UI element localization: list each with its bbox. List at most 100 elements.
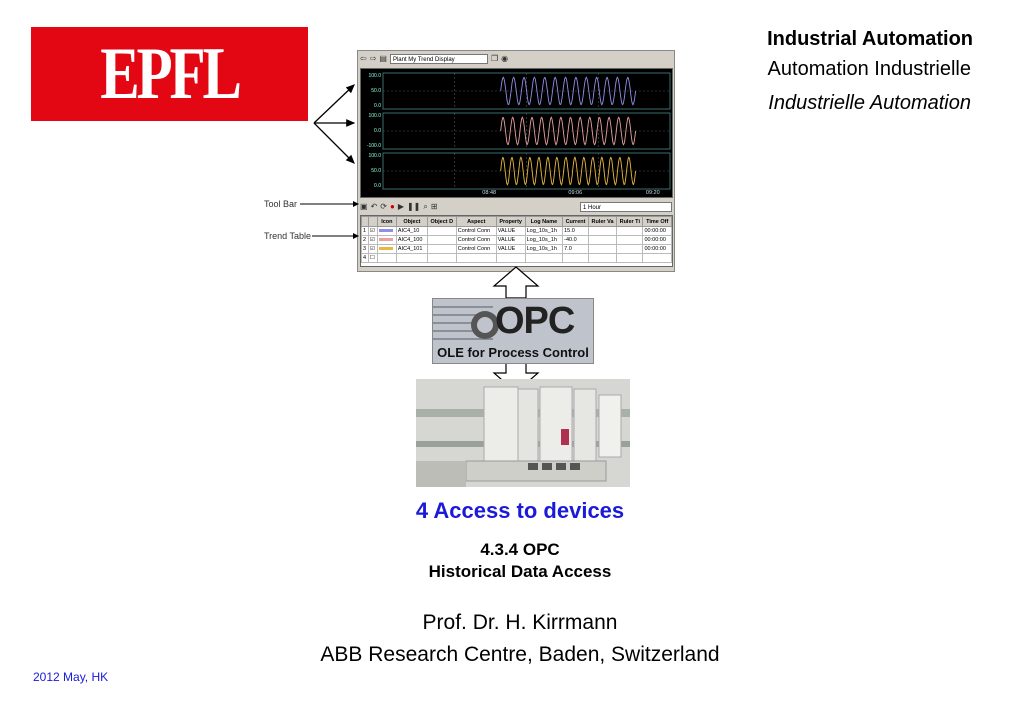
window-top-toolbar: ⇦ ⇨ ▤ Plant My Trend Display ❐ ◉ (360, 52, 672, 66)
epfl-logo: EPFL (31, 27, 308, 121)
table-cell: 1 (361, 226, 369, 236)
table-cell (562, 253, 589, 263)
display-select[interactable]: Plant My Trend Display (389, 54, 488, 64)
series-color-icon (376, 244, 397, 254)
epfl-logo-text: EPFL (100, 32, 242, 115)
copy-icon[interactable]: ❐ (491, 55, 498, 63)
time-tick-label: 09:20 (646, 190, 660, 196)
table-cell: 15.0 (562, 226, 589, 236)
opc-wordmark: OPC (495, 300, 575, 342)
trend-table-annotation-arrow (312, 233, 359, 239)
trend-table-annotation: Trend Table (264, 231, 312, 241)
table-cell: Control Conn (455, 235, 497, 245)
section-number: 4.3.4 OPC (480, 540, 560, 559)
table-cell (616, 235, 644, 245)
table-cell: Log_10s_1h (524, 226, 564, 236)
opc-logo: OPC OLE for Process Control (432, 298, 594, 364)
time-range-select[interactable]: 1 Hour (580, 202, 672, 212)
table-cell (426, 235, 457, 245)
pointer-arrows (313, 84, 356, 164)
series-color-icon (376, 235, 397, 245)
table-cell[interactable]: ☑ (367, 226, 378, 236)
table-cell (587, 235, 618, 245)
course-title-german: Industrielle Automation (768, 92, 971, 114)
table-cell[interactable]: ☑ (367, 235, 378, 245)
table-header-cell[interactable]: Log Name (524, 216, 564, 227)
trend-table-body: 1 ☑ AIC4_10 Control Conn VALUE Log_10s_1h 15.0… (361, 226, 672, 263)
opc-subtitle: OLE for Process Control (437, 345, 589, 360)
table-cell: Log_10s_1h (524, 235, 564, 245)
table-row[interactable]: 4 ☐ (361, 253, 672, 263)
table-cell (642, 253, 672, 263)
table-header-cell[interactable]: Ruler Ti (616, 216, 644, 227)
table-row[interactable]: 3 ☑ AIC4_101 Control Conn VALUE Log_10s_1h 7.0… (361, 244, 672, 254)
table-cell[interactable]: ☑ (367, 244, 378, 254)
controller-hardware-image (416, 379, 630, 487)
table-cell (616, 244, 644, 254)
slide-date: 2012 May, HK (33, 670, 109, 684)
time-tick-label: 08:48 (482, 190, 496, 196)
table-cell[interactable]: ☐ (367, 253, 378, 263)
table-cell: VALUE (495, 226, 526, 236)
refresh-icon[interactable]: ⟳ (380, 203, 387, 211)
save-icon[interactable]: ▣ (360, 203, 368, 211)
table-cell: -40.0 (562, 235, 589, 245)
table-cell: VALUE (495, 235, 526, 245)
y-tick-label: 100.0 (368, 73, 381, 79)
y-tick-label: 100.0 (368, 153, 381, 159)
zoom-icon[interactable]: ⌕ (423, 203, 427, 211)
stop-icon[interactable]: ● (390, 203, 395, 211)
trend-toolbar: ▣ ↶ ⟳ ● ▶ ❚❚ ⌕ ⊞ 1 Hour (360, 200, 672, 214)
section-subtitle: 4.3.4 OPC Historical Data Access (0, 539, 1023, 583)
ruler-icon[interactable]: ⊞ (431, 203, 438, 211)
pause-icon[interactable]: ❚❚ (407, 203, 420, 211)
table-header-cell[interactable]: Time Off (642, 216, 672, 227)
table-row[interactable]: 1 ☑ AIC4_10 Control Conn VALUE Log_10s_1h 15.0… (361, 226, 672, 236)
table-header-cell[interactable]: Current (562, 216, 589, 227)
table-header-cell[interactable]: Object D (426, 216, 457, 227)
back-icon[interactable]: ⇦ (360, 55, 367, 63)
table-cell (455, 253, 497, 263)
table-cell: 3 (361, 244, 369, 254)
table-cell: VALUE (495, 244, 526, 254)
forward-icon[interactable]: ⇨ (370, 55, 377, 63)
trend-display-window: ⇦ ⇨ ▤ Plant My Trend Display ❐ ◉ 100.0 50… (357, 50, 675, 272)
table-cell: 2 (361, 235, 369, 245)
table-cell: 00:00:00 (642, 244, 672, 254)
series-color-icon (376, 253, 397, 263)
y-tick-label: 0.0 (374, 183, 381, 189)
play-icon[interactable]: ▶ (398, 203, 404, 211)
table-cell (524, 253, 564, 263)
table-cell (616, 226, 644, 236)
print-icon[interactable]: ▤ (379, 55, 387, 63)
table-header-cell[interactable]: Ruler Va (587, 216, 618, 227)
toolbar-annotation-arrow (300, 201, 359, 207)
trend-plot-area: 100.0 50.0 0.0 100.0 0.0 -100.0 100.0 50.0 0.0 08… (360, 68, 673, 198)
table-cell (587, 244, 618, 254)
trend-table-header: Icon Object Object D Aspect Property Log Name… (361, 216, 672, 227)
series-color-icon (376, 226, 397, 236)
table-header-cell[interactable]: Icon (376, 216, 397, 227)
time-tick-label: 09:06 (568, 190, 582, 196)
table-cell (426, 253, 457, 263)
table-cell (426, 226, 457, 236)
table-header-cell[interactable] (361, 216, 369, 227)
controller-hardware-drawing (416, 379, 630, 487)
table-header-cell[interactable]: Object (395, 216, 428, 227)
section-title: 4 Access to devices (415, 498, 625, 523)
table-cell (587, 253, 618, 263)
table-header-cell[interactable]: Property (495, 216, 526, 227)
globe-icon[interactable]: ◉ (501, 55, 508, 63)
table-cell: 00:00:00 (642, 235, 672, 245)
table-cell: Control Conn (455, 244, 497, 254)
table-header-cell[interactable]: Aspect (455, 216, 497, 227)
table-cell: Log_10s_1h (524, 244, 564, 254)
table-header-cell[interactable] (367, 216, 378, 227)
undo-icon[interactable]: ↶ (371, 203, 378, 211)
trend-table: Icon Object Object D Aspect Property Log Name… (360, 215, 673, 267)
course-title-english: Industrial Automation (767, 28, 973, 50)
table-cell: Control Conn (455, 226, 497, 236)
table-row[interactable]: 2 ☑ AIC4_100 Control Conn VALUE Log_10s_1h -40… (361, 235, 672, 245)
toolbar-annotation: Tool Bar (264, 199, 298, 209)
table-cell: AIC4_100 (395, 235, 428, 245)
